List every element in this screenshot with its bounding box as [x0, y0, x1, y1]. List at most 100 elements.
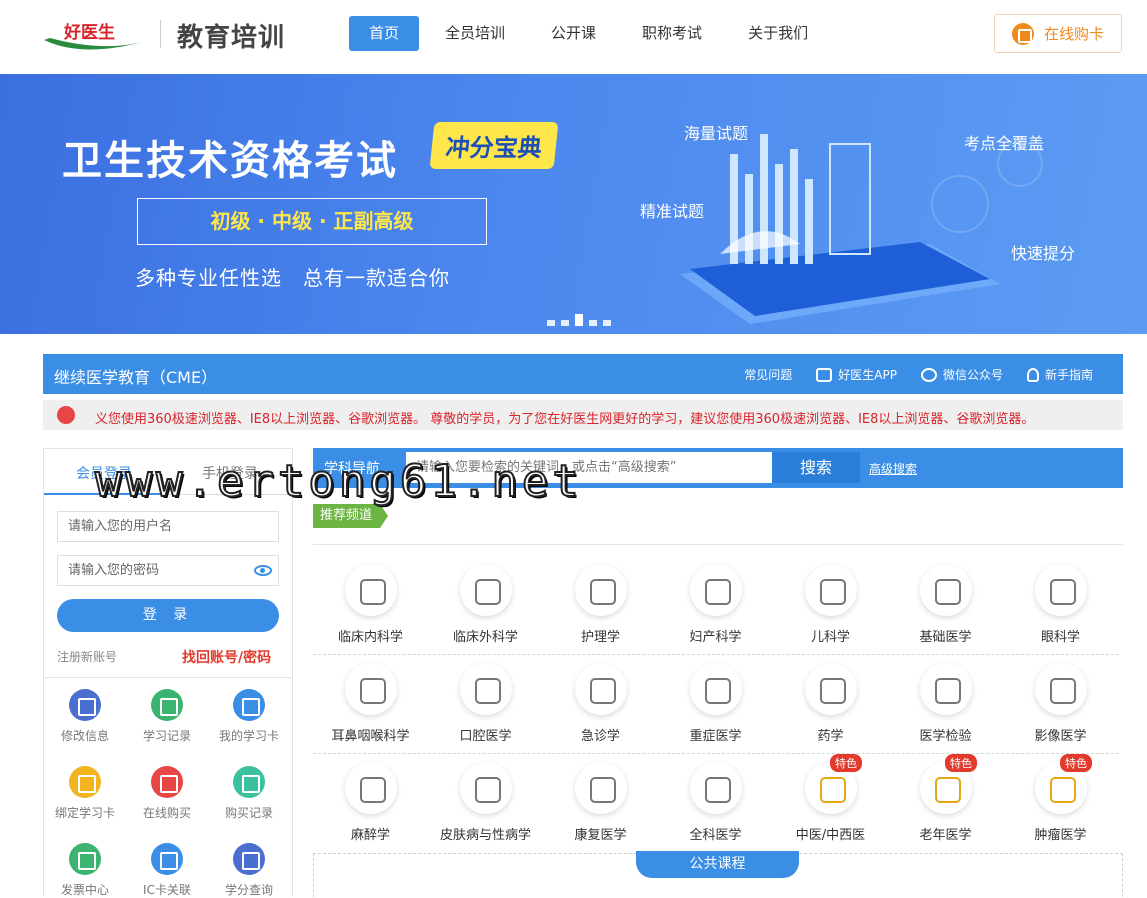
quick-action-icon: [233, 689, 265, 721]
subject-item[interactable]: 皮肤病与性病学: [428, 762, 543, 843]
subject-item[interactable]: 全科医学: [658, 762, 773, 843]
quick-action-icon: [69, 843, 101, 875]
banner-title: 卫生技术资格考试: [62, 138, 398, 184]
banner-feature: 考点全覆盖: [964, 134, 1045, 153]
subject-nav-label[interactable]: 学科导航: [324, 458, 380, 478]
quick-action[interactable]: IC卡关联: [126, 843, 208, 898]
slide-dot[interactable]: [561, 320, 569, 326]
subject-item[interactable]: 医学检验: [888, 663, 1003, 744]
slide-indicators: [547, 314, 617, 326]
eye-icon: [1034, 564, 1087, 616]
login-button[interactable]: 登 录: [57, 599, 279, 632]
subject-item[interactable]: 儿科学: [773, 564, 888, 645]
slide-dot[interactable]: [589, 320, 597, 326]
username-input[interactable]: 请输入您的用户名: [57, 511, 279, 542]
subject-name: 妇产科学: [689, 630, 742, 645]
quick-action[interactable]: 修改信息: [44, 689, 126, 744]
quick-action-label: 学分查询: [224, 883, 273, 897]
advanced-search-link[interactable]: 高级搜索: [869, 460, 917, 477]
tab-phone-login[interactable]: 手机登录: [202, 463, 258, 483]
quick-action-icon: [151, 766, 183, 798]
quick-action-icon: [69, 766, 101, 798]
lungs-icon: [344, 564, 397, 616]
slide-dot[interactable]: [603, 320, 611, 326]
notice-text: 义您使用360极速浏览器、IE8以上浏览器、谷歌浏览器。 尊敬的学员，为了您在好…: [95, 412, 1035, 427]
subject-item[interactable]: 麻醉学: [313, 762, 428, 843]
app-link[interactable]: 好医生APP: [816, 366, 897, 383]
subject-item[interactable]: 特色 肿瘤医学: [1003, 754, 1118, 843]
find-account-link[interactable]: 找回账号/密码: [182, 647, 271, 667]
subject-item[interactable]: 药学: [773, 663, 888, 744]
featured-badge: 特色: [830, 754, 862, 772]
quick-action[interactable]: 绑定学习卡: [44, 766, 126, 821]
quick-action-label: 在线购买: [142, 806, 191, 820]
site-header: 好医生 教育培训 首页 全员培训 公开课 职称考试 关于我们 在线购卡: [0, 0, 1147, 74]
quick-action-label: 修改信息: [60, 729, 109, 743]
subject-item[interactable]: 耳鼻咽喉科学: [313, 663, 428, 744]
search-input[interactable]: 请输入您要检索的关键词，或点击“高级搜索”: [406, 452, 772, 483]
scanner-icon: [1034, 663, 1087, 715]
slide-dot[interactable]: [547, 320, 555, 326]
quick-action[interactable]: 在线购买: [126, 766, 208, 821]
recommended-tag: 推荐频道: [313, 504, 389, 528]
subject-item[interactable]: 眼科学: [1003, 564, 1118, 645]
eye-icon[interactable]: [254, 565, 272, 576]
subject-name: 基础医学: [919, 630, 972, 645]
subject-name: 影像医学: [1034, 729, 1087, 744]
nav-item[interactable]: 全员培训: [425, 16, 525, 51]
subject-item[interactable]: 临床内科学: [313, 564, 428, 645]
slide-dot[interactable]: [575, 314, 583, 326]
guide-label: 新手指南: [1044, 368, 1093, 382]
guide-link[interactable]: 新手指南: [1026, 366, 1093, 383]
register-link[interactable]: 注册新账号: [57, 648, 117, 665]
ear-icon: [344, 663, 397, 715]
pregnancy-icon: [689, 564, 742, 616]
quick-action-label: 购买记录: [224, 806, 273, 820]
subject-item[interactable]: 基础医学: [888, 564, 1003, 645]
subject-item[interactable]: 护理学: [543, 564, 658, 645]
subject-name: 皮肤病与性病学: [439, 828, 531, 843]
faq-link[interactable]: 常见问题: [744, 366, 792, 383]
featured-badge: 特色: [945, 754, 977, 772]
public-course-tab[interactable]: 公共课程: [636, 851, 799, 878]
subject-item[interactable]: 重症医学: [658, 663, 773, 744]
quick-action-label: 绑定学习卡: [54, 806, 115, 820]
subject-item[interactable]: 影像医学: [1003, 663, 1118, 744]
quick-action[interactable]: 学分查询: [208, 843, 290, 898]
faq-label: 常见问题: [744, 368, 793, 382]
pill-icon: [804, 663, 857, 715]
subject-item[interactable]: 口腔医学: [428, 663, 543, 744]
subject-item[interactable]: 临床外科学: [428, 564, 543, 645]
search-button[interactable]: 搜索: [772, 452, 860, 483]
quick-action[interactable]: 学习记录: [126, 689, 208, 744]
subject-item[interactable]: 妇产科学: [658, 564, 773, 645]
subject-name: 护理学: [580, 630, 620, 645]
banner-feature: 快速提分: [1011, 244, 1076, 263]
subject-item[interactable]: 急诊学: [543, 663, 658, 744]
tab-member-login[interactable]: 会员登录: [44, 463, 168, 495]
nav-item[interactable]: 首页: [349, 16, 420, 51]
hero-banner[interactable]: 卫生技术资格考试 冲分宝典 初级 · 中级 · 正副高级 多种专业任性选 总有一…: [0, 74, 1147, 334]
wechat-link[interactable]: 微信公众号: [920, 366, 1003, 383]
emergency-icon: [574, 663, 627, 715]
login-panel: 会员登录 手机登录 请输入您的用户名 请输入您的密码 登 录 注册新账号 找回账…: [43, 448, 293, 897]
subject-item[interactable]: 康复医学: [543, 762, 658, 843]
rehab-icon: [574, 762, 627, 814]
logo-text[interactable]: 好医生: [64, 18, 115, 43]
subject-item[interactable]: 特色 老年医学: [888, 754, 1003, 843]
nav-item[interactable]: 公开课: [531, 16, 616, 51]
quick-action[interactable]: 购买记录: [208, 766, 290, 821]
app-icon: [816, 367, 833, 382]
quick-action[interactable]: 发票中心: [44, 843, 126, 898]
nav-item[interactable]: 职称考试: [622, 16, 722, 51]
subject-name: 儿科学: [810, 630, 850, 645]
subject-name: 全科医学: [689, 828, 742, 843]
nav-item[interactable]: 关于我们: [728, 16, 828, 51]
buy-card-button[interactable]: 在线购卡: [994, 14, 1122, 53]
mouth-icon: [459, 663, 512, 715]
subject-item[interactable]: 特色 中医/中西医: [773, 754, 888, 843]
cme-title: 继续医学教育（CME）: [54, 368, 218, 387]
quick-action[interactable]: 我的学习卡: [208, 689, 290, 744]
password-input[interactable]: 请输入您的密码: [57, 555, 279, 586]
subject-name: 康复医学: [574, 828, 627, 843]
